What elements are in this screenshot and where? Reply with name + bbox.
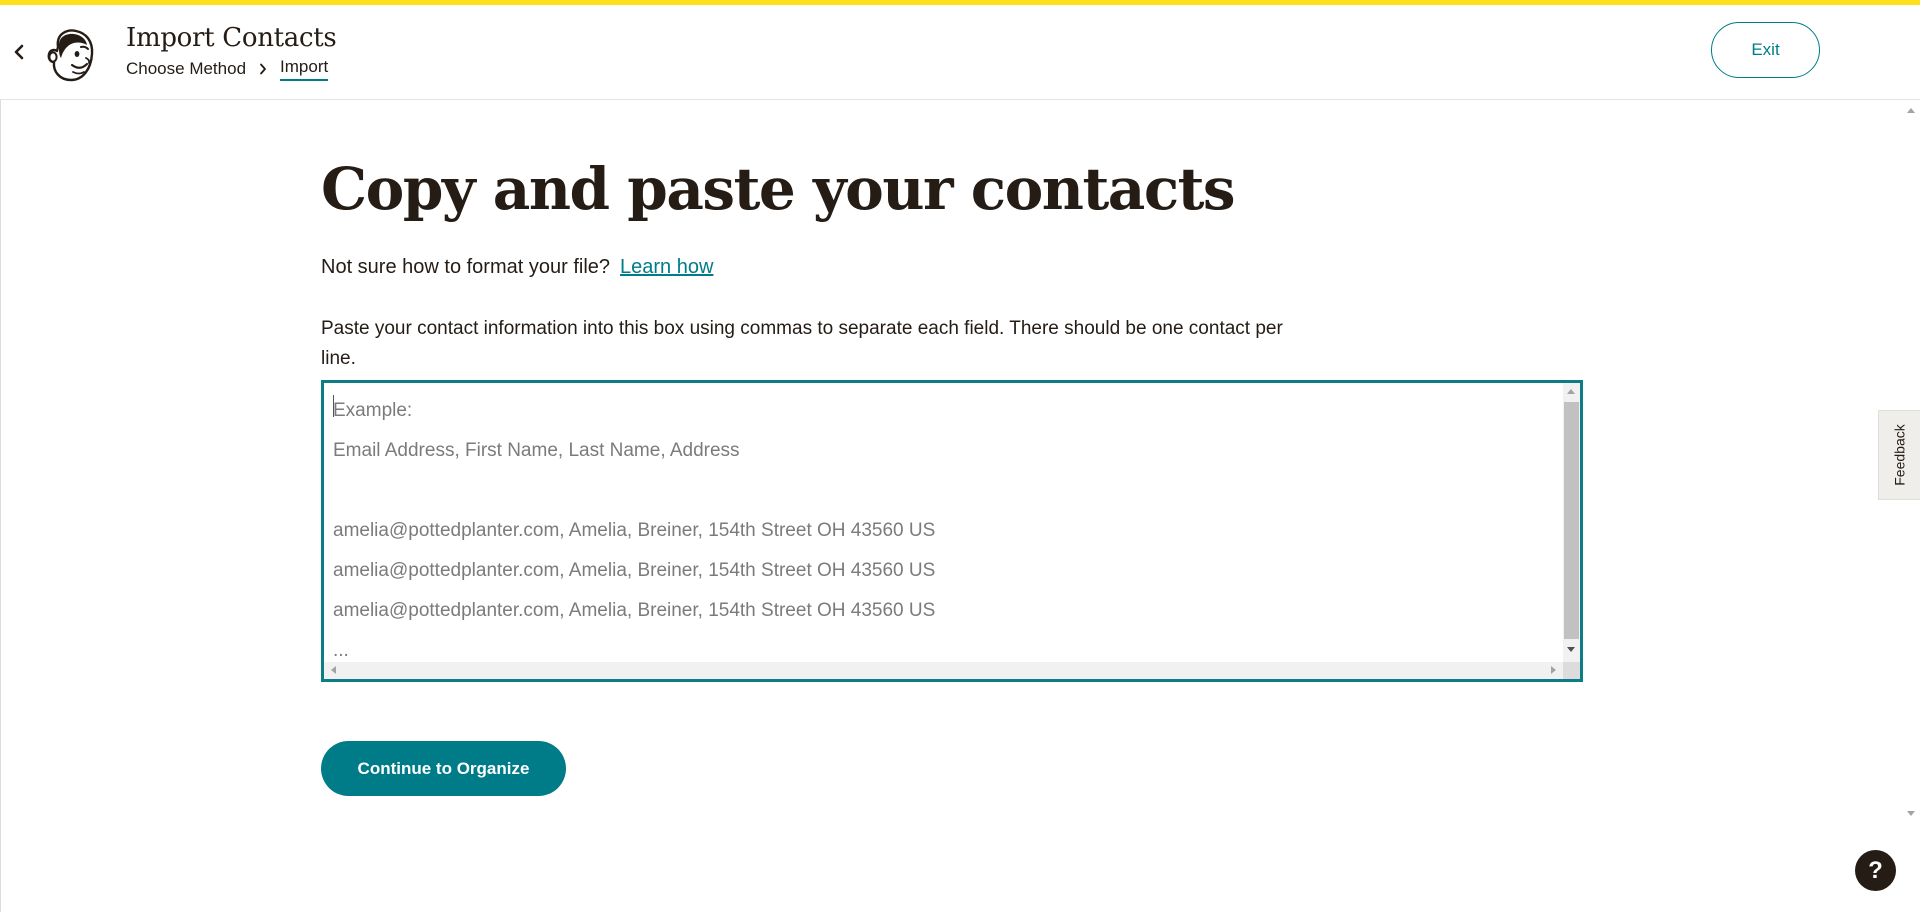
mailchimp-logo-icon[interactable] — [46, 27, 96, 83]
breadcrumb: Choose Method Import — [126, 57, 329, 81]
exit-button[interactable]: Exit — [1711, 22, 1820, 78]
format-help-text: Not sure how to format your file? — [321, 256, 611, 278]
scroll-right-arrow-icon[interactable] — [1551, 666, 1556, 674]
question-mark-icon: ? — [1868, 856, 1883, 884]
back-button[interactable] — [10, 41, 28, 63]
paste-instructions: Paste your contact information into this… — [321, 318, 1283, 369]
format-help-line: Not sure how to format your file? Learn h… — [321, 256, 713, 279]
top-header: Import Contacts Choose Method Import Exi… — [0, 5, 1920, 100]
page-title: Copy and paste your contacts — [321, 155, 1236, 223]
textarea-vertical-scrollbar[interactable] — [1563, 383, 1580, 662]
scroll-up-arrow-icon[interactable] — [1567, 389, 1575, 394]
scrollbar-corner — [1563, 662, 1580, 679]
chevron-left-icon — [14, 44, 24, 60]
chevron-right-icon — [259, 63, 267, 75]
scroll-down-arrow-icon[interactable] — [1567, 647, 1575, 652]
continue-to-organize-button[interactable]: Continue to Organize — [321, 741, 566, 796]
feedback-label: Feedback — [1891, 424, 1908, 486]
breadcrumb-choose-method[interactable]: Choose Method — [126, 59, 246, 79]
breadcrumb-import[interactable]: Import — [280, 57, 329, 81]
scroll-down-arrow-icon[interactable] — [1907, 811, 1915, 816]
vertical-scroll-thumb[interactable] — [1564, 402, 1579, 639]
contacts-paste-textarea[interactable]: Example: Email Address, First Name, Last… — [324, 383, 1563, 662]
textarea-horizontal-scrollbar[interactable] — [324, 662, 1563, 679]
text-caret — [333, 395, 334, 417]
header-title: Import Contacts — [126, 23, 337, 53]
help-button[interactable]: ? — [1855, 850, 1896, 891]
learn-how-link[interactable]: Learn how — [620, 256, 713, 278]
feedback-tab[interactable]: Feedback — [1878, 410, 1920, 500]
left-border — [0, 100, 1, 912]
paste-box: Example: Email Address, First Name, Last… — [321, 380, 1583, 682]
scroll-left-arrow-icon[interactable] — [331, 666, 336, 674]
scroll-up-arrow-icon[interactable] — [1907, 108, 1915, 113]
